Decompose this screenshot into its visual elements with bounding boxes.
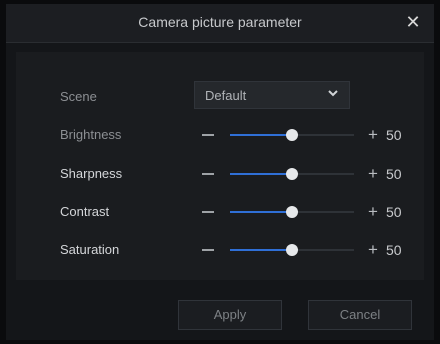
close-icon[interactable]: ✕ (402, 11, 424, 33)
brightness-slider-fill (230, 134, 292, 136)
brightness-slider-thumb[interactable] (286, 129, 298, 141)
cancel-button[interactable]: Cancel (308, 300, 412, 330)
saturation-label: Saturation (60, 242, 120, 257)
brightness-increase-button[interactable]: + (366, 126, 380, 143)
brightness-decrease-button[interactable] (202, 134, 214, 136)
settings-panel: Scene Default Brightness + 50 Sharpness (16, 52, 424, 280)
saturation-slider-fill (230, 249, 292, 251)
contrast-decrease-button[interactable] (202, 211, 214, 213)
saturation-slider[interactable] (230, 244, 354, 256)
brightness-label: Brightness (60, 127, 122, 142)
saturation-slider-thumb[interactable] (286, 244, 298, 256)
brightness-value: 50 (386, 127, 402, 143)
sharpness-value: 50 (386, 166, 402, 182)
contrast-slider-fill (230, 211, 292, 213)
sharpness-decrease-button[interactable] (202, 173, 214, 175)
camera-picture-dialog: Camera picture parameter ✕ Scene Default… (6, 4, 434, 340)
scene-label: Scene (60, 89, 97, 104)
contrast-slider[interactable] (230, 206, 354, 218)
sharpness-label: Sharpness (60, 166, 123, 181)
saturation-value: 50 (386, 242, 402, 258)
sharpness-slider-fill (230, 173, 292, 175)
brightness-slider[interactable] (230, 129, 354, 141)
sharpness-slider-thumb[interactable] (286, 168, 298, 180)
chevron-down-icon (328, 90, 338, 97)
sharpness-slider[interactable] (230, 168, 354, 180)
scene-select[interactable]: Default (194, 81, 350, 109)
contrast-label: Contrast (60, 204, 110, 219)
contrast-value: 50 (386, 204, 402, 220)
contrast-increase-button[interactable]: + (366, 203, 380, 220)
scene-select-value: Default (205, 88, 247, 103)
sharpness-increase-button[interactable]: + (366, 165, 380, 182)
apply-button[interactable]: Apply (178, 300, 282, 330)
contrast-slider-thumb[interactable] (286, 206, 298, 218)
dialog-title: Camera picture parameter (138, 14, 302, 30)
dialog-titlebar: Camera picture parameter ✕ (6, 4, 434, 43)
saturation-increase-button[interactable]: + (366, 241, 380, 258)
saturation-decrease-button[interactable] (202, 249, 214, 251)
